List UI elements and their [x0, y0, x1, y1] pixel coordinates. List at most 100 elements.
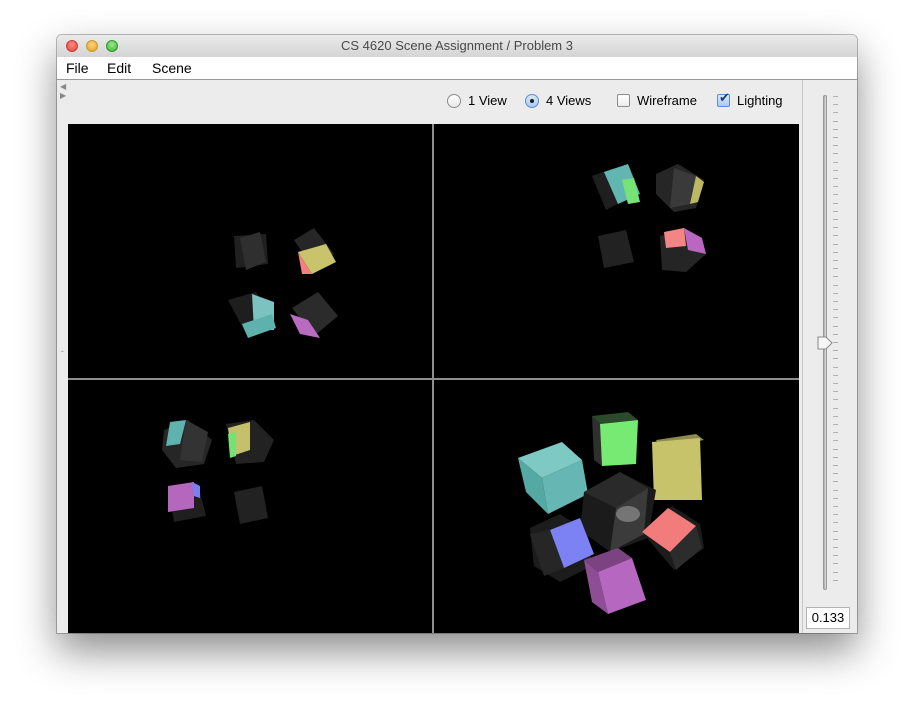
slider-tick	[833, 128, 838, 130]
slider-tick	[833, 538, 838, 540]
slider-thumb[interactable]	[817, 335, 833, 356]
slider-value-field[interactable]: 0.133	[806, 607, 850, 629]
slider-tick	[833, 415, 838, 417]
slider-tick	[833, 243, 838, 245]
collapse-left-arrow-icon[interactable]: ◀	[60, 82, 66, 91]
slider-tick	[833, 448, 838, 450]
cube-purple-blue	[168, 482, 206, 522]
cube-olive-large	[652, 434, 704, 500]
scene-render-perspective	[518, 412, 704, 614]
viewport-top-left[interactable]	[68, 124, 432, 378]
cube-olive-green	[226, 420, 274, 464]
slider-tick	[833, 465, 838, 466]
cube-dark-center	[580, 472, 656, 552]
cube-dark-1	[234, 232, 268, 270]
slider-tick	[833, 530, 838, 532]
scene-render-side	[162, 420, 274, 524]
wireframe-checkbox[interactable]: Wireframe	[617, 93, 697, 108]
cube-green-large	[592, 412, 638, 466]
slider-panel: 0.133	[802, 80, 857, 633]
slider-tick	[833, 268, 838, 270]
slider-tick	[833, 456, 838, 458]
slider-tick	[833, 325, 838, 327]
slider-tick	[833, 432, 838, 434]
slider-tick	[833, 120, 838, 122]
slider-tick	[833, 555, 838, 557]
slider-tick	[833, 292, 838, 294]
cube-olive-pink	[294, 228, 336, 274]
cube-purple-large	[584, 548, 646, 614]
slider-tick	[833, 547, 838, 548]
slider-tick	[833, 260, 838, 261]
slider-tick	[833, 96, 838, 97]
slider-tick	[833, 153, 838, 155]
slider-tick	[833, 350, 838, 352]
slider-ticks	[833, 96, 838, 588]
checkbox-checked-icon[interactable]	[717, 91, 730, 107]
slider-tick	[833, 440, 838, 442]
cube-dark-2	[598, 230, 634, 268]
menu-scene[interactable]: Scene	[152, 60, 192, 76]
slider-tick	[833, 194, 838, 196]
slider-tick	[833, 178, 838, 179]
slider-tick	[833, 309, 838, 311]
checkbox-unchecked-icon[interactable]	[617, 94, 630, 107]
slider-tick	[833, 399, 838, 401]
scene-render-front	[592, 164, 706, 272]
main-panel: ◀ ▶ ˆ 1 View 4 Views Wireframe Lighting	[57, 80, 801, 633]
cube-dark-olive	[656, 164, 704, 212]
slider-tick	[833, 391, 838, 393]
cube-teal-large	[518, 442, 588, 514]
cube-purple-dark	[290, 292, 338, 338]
slider-tick	[833, 210, 838, 212]
window-title: CS 4620 Scene Assignment / Problem 3	[341, 38, 573, 53]
slider-tick	[833, 522, 838, 524]
slider-tick	[833, 489, 838, 491]
slider-tick	[833, 497, 838, 499]
slider-tick	[833, 473, 838, 475]
slider-tick	[833, 137, 838, 138]
split-divider-grip-icon[interactable]: ˆ	[61, 350, 64, 359]
viewport-bottom-right[interactable]	[434, 380, 799, 633]
four-views-label: 4 Views	[546, 93, 592, 108]
slider-tick	[833, 383, 838, 384]
menu-file[interactable]: File	[66, 60, 89, 76]
slider-thumb-icon[interactable]	[817, 335, 833, 351]
slider-tick	[833, 366, 838, 368]
slider-tick	[833, 235, 838, 237]
cube-teal-blue	[228, 292, 276, 338]
viewport-grid	[68, 124, 799, 633]
slider-tick	[833, 563, 838, 565]
one-view-radio[interactable]: 1 View	[447, 93, 507, 108]
title-bar[interactable]: CS 4620 Scene Assignment / Problem 3	[57, 35, 857, 58]
slider-tick	[833, 579, 838, 581]
menu-edit[interactable]: Edit	[107, 60, 131, 76]
slider-tick	[833, 301, 838, 302]
viewport-bottom-left[interactable]	[68, 380, 432, 633]
one-view-label: 1 View	[468, 93, 507, 108]
radio-on-icon[interactable]	[525, 93, 539, 108]
slider-tick	[833, 104, 838, 106]
cube-teal-green	[592, 164, 640, 210]
cube-dark-3	[234, 486, 268, 524]
slider-tick	[833, 481, 838, 483]
four-views-radio[interactable]: 4 Views	[525, 93, 591, 108]
slider-tick	[833, 219, 838, 220]
slider-tick	[833, 276, 838, 278]
lighting-label: Lighting	[737, 93, 783, 108]
slider-tick	[833, 407, 838, 409]
cube-pink-purple	[660, 228, 706, 272]
radio-off-icon[interactable]	[447, 93, 461, 108]
slider-tick	[833, 161, 838, 163]
split-pane-arrows[interactable]: ◀ ▶	[60, 82, 66, 100]
cube-teal-dark	[162, 420, 212, 468]
lighting-checkbox[interactable]: Lighting	[717, 91, 783, 108]
viewport-divider-horizontal[interactable]	[68, 378, 799, 380]
viewport-top-right[interactable]	[434, 124, 799, 378]
slider-tick	[833, 506, 838, 507]
expand-right-arrow-icon[interactable]: ▶	[60, 91, 66, 100]
slider-tick	[833, 169, 838, 171]
slider-tick	[833, 202, 838, 204]
slider-tick	[833, 227, 838, 229]
slider-tick	[833, 342, 838, 343]
